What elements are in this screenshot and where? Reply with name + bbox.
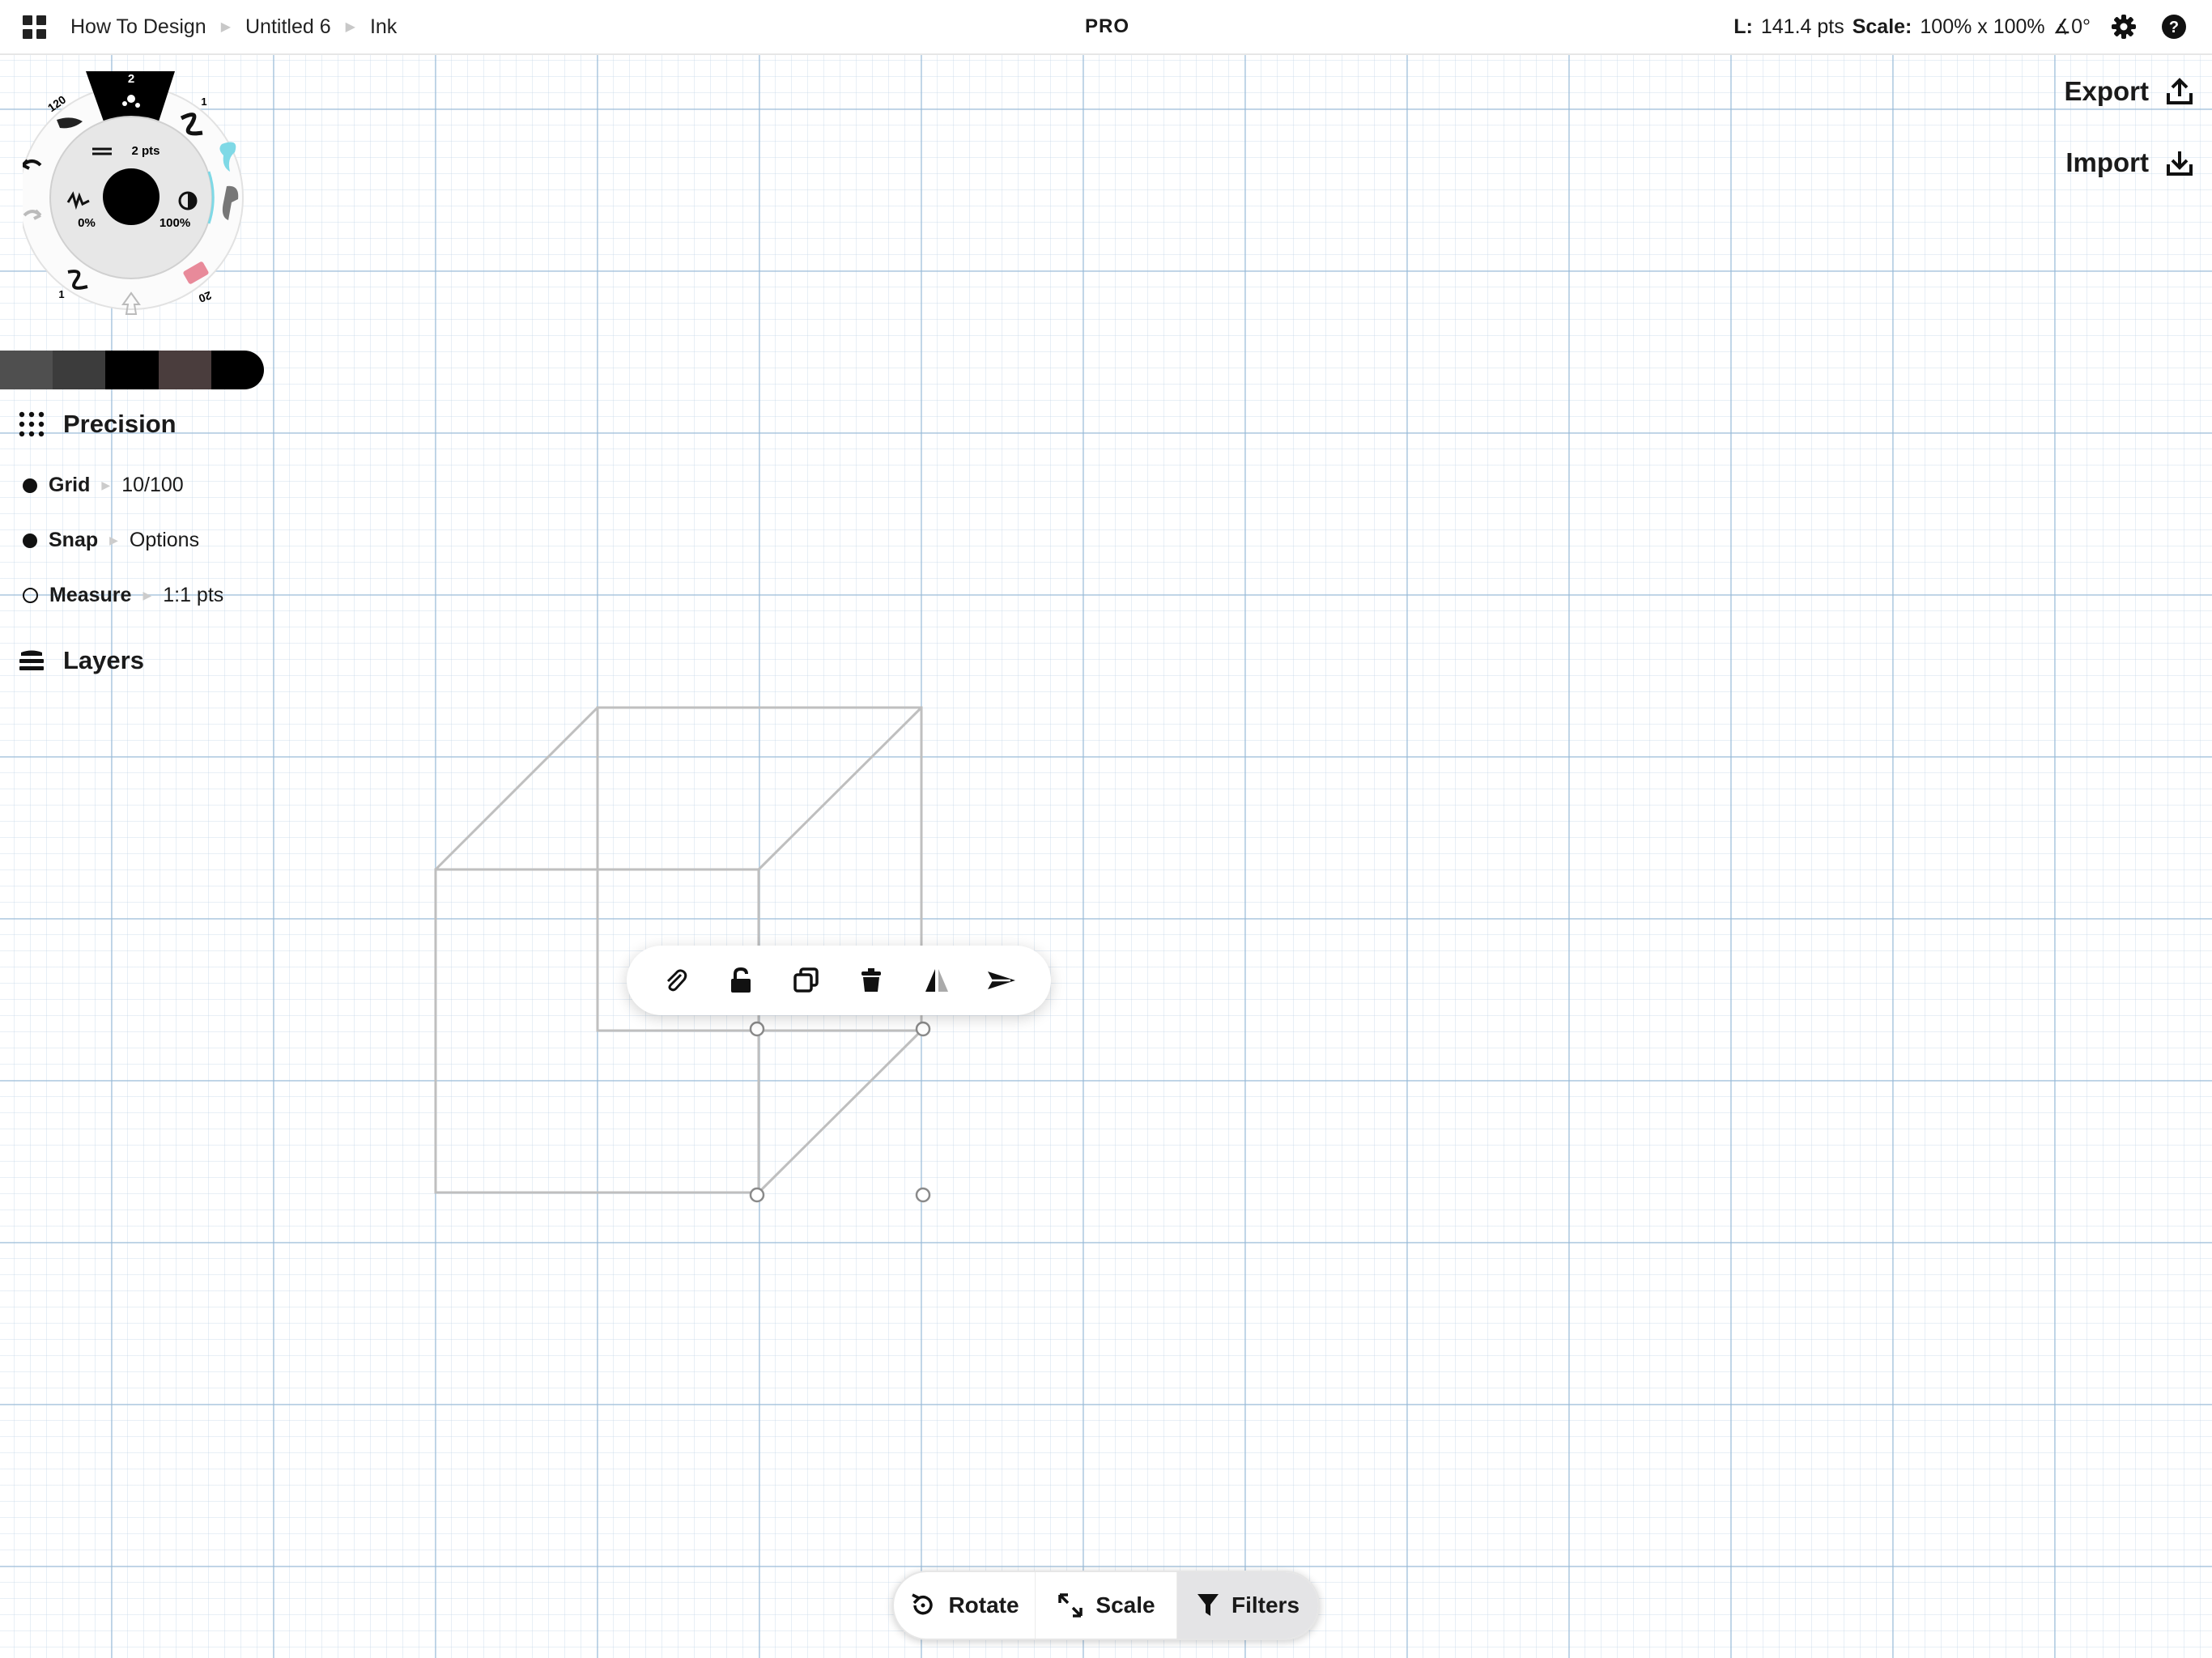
layers-icon xyxy=(19,650,44,670)
rotate-icon xyxy=(912,1593,934,1615)
swatch-5[interactable] xyxy=(211,351,264,389)
chevron-right-icon: ▶ xyxy=(143,589,152,602)
scale-icon xyxy=(1058,1593,1083,1618)
grid-row[interactable]: Grid ▶ 10/100 xyxy=(23,474,184,497)
size-1-top: 1 xyxy=(201,96,206,108)
color-palette[interactable] xyxy=(0,351,264,389)
grid-toggle[interactable] xyxy=(23,478,37,493)
export-button[interactable]: Export xyxy=(2064,71,2194,112)
layers-title: Layers xyxy=(63,646,144,674)
paperclip-icon[interactable] xyxy=(657,962,694,999)
unlock-icon[interactable] xyxy=(722,962,759,999)
scale-value: 100% x 100% xyxy=(1920,15,2045,38)
selected-size: 2 xyxy=(128,72,134,86)
import-export-panel: Export Import xyxy=(2064,71,2194,214)
swatch-4[interactable] xyxy=(158,351,211,389)
gear-icon[interactable] xyxy=(2110,13,2138,40)
scale-label: Scale xyxy=(1095,1592,1155,1618)
filters-label: Filters xyxy=(1231,1592,1300,1618)
breadcrumb-item-drawing[interactable]: Untitled 6 xyxy=(245,15,331,39)
rotate-button[interactable]: Rotate xyxy=(894,1572,1036,1639)
scale-button[interactable]: Scale xyxy=(1036,1572,1177,1639)
measure-row[interactable]: Measure ▶ 1:1 pts xyxy=(23,584,223,607)
weight-label: 2 pts xyxy=(131,144,160,158)
angle-value: ∡0° xyxy=(2052,15,2091,38)
canvas-drawing[interactable] xyxy=(0,0,2212,1658)
length-label: L: xyxy=(1733,15,1753,38)
rotate-label: Rotate xyxy=(948,1592,1019,1618)
chevron-right-icon: ▶ xyxy=(345,20,355,34)
chevron-right-icon: ▶ xyxy=(109,534,118,546)
swatch-1[interactable] xyxy=(0,351,53,389)
send-icon[interactable] xyxy=(984,962,1021,999)
measure-readout: L: 141.4 pts Scale: 100% x 100% ∡0° xyxy=(1733,0,2091,53)
grid-label: Grid xyxy=(49,474,91,496)
flip-icon[interactable] xyxy=(918,962,955,999)
swatch-2[interactable] xyxy=(53,351,106,389)
import-label: Import xyxy=(2065,147,2149,177)
precision-title: Precision xyxy=(63,410,177,438)
top-bar: How To Design ▶ Untitled 6 ▶ Ink PRO L: … xyxy=(0,0,2212,55)
precision-header[interactable]: Precision xyxy=(18,410,177,439)
smoothing-label: 0% xyxy=(78,216,96,230)
svg-text:?: ? xyxy=(2169,19,2179,36)
size-20: 20 xyxy=(197,289,213,305)
layers-header[interactable]: Layers xyxy=(18,646,144,675)
measure-label: Measure xyxy=(49,584,132,606)
transform-bar: Rotate Scale Filters xyxy=(892,1571,1320,1640)
breadcrumb-item-mode[interactable]: Ink xyxy=(370,15,397,39)
breadcrumb-item-gallery[interactable]: How To Design xyxy=(70,15,206,39)
snap-label: Snap xyxy=(49,529,99,551)
snap-toggle[interactable] xyxy=(23,533,37,548)
tool-wheel[interactable]: 2 120 1 20 1 2 pts 0% 100% xyxy=(23,63,266,330)
color-preview[interactable] xyxy=(103,168,160,225)
snap-options[interactable]: Options xyxy=(130,529,199,552)
import-button[interactable]: Import xyxy=(2064,142,2194,183)
measure-value[interactable]: 1:1 pts xyxy=(163,584,223,607)
scale-label: Scale: xyxy=(1852,15,1912,38)
measure-toggle[interactable] xyxy=(23,588,38,603)
swatch-3[interactable] xyxy=(105,351,159,389)
help-icon[interactable]: ? xyxy=(2160,13,2188,40)
chevron-right-icon: ▶ xyxy=(101,478,111,491)
snap-row[interactable]: Snap ▶ Options xyxy=(23,529,199,552)
filters-button[interactable]: Filters xyxy=(1177,1572,1318,1639)
filter-icon xyxy=(1197,1594,1219,1616)
export-label: Export xyxy=(2064,76,2149,106)
size-1-bottom: 1 xyxy=(58,288,64,300)
download-icon xyxy=(2167,151,2193,176)
pro-badge[interactable]: PRO xyxy=(1085,0,1129,53)
breadcrumb: How To Design ▶ Untitled 6 ▶ Ink xyxy=(23,0,397,53)
dot-grid-icon xyxy=(19,411,45,437)
grid-value[interactable]: 10/100 xyxy=(121,474,183,497)
trash-icon[interactable] xyxy=(853,962,890,999)
duplicate-icon[interactable] xyxy=(788,962,825,999)
upload-icon xyxy=(2167,78,2193,104)
chevron-right-icon: ▶ xyxy=(220,20,231,34)
length-value: 141.4 pts xyxy=(1760,15,1844,38)
opacity-label: 100% xyxy=(160,216,190,230)
selection-toolbar xyxy=(627,946,1051,1015)
gallery-grid-icon[interactable] xyxy=(23,15,46,39)
